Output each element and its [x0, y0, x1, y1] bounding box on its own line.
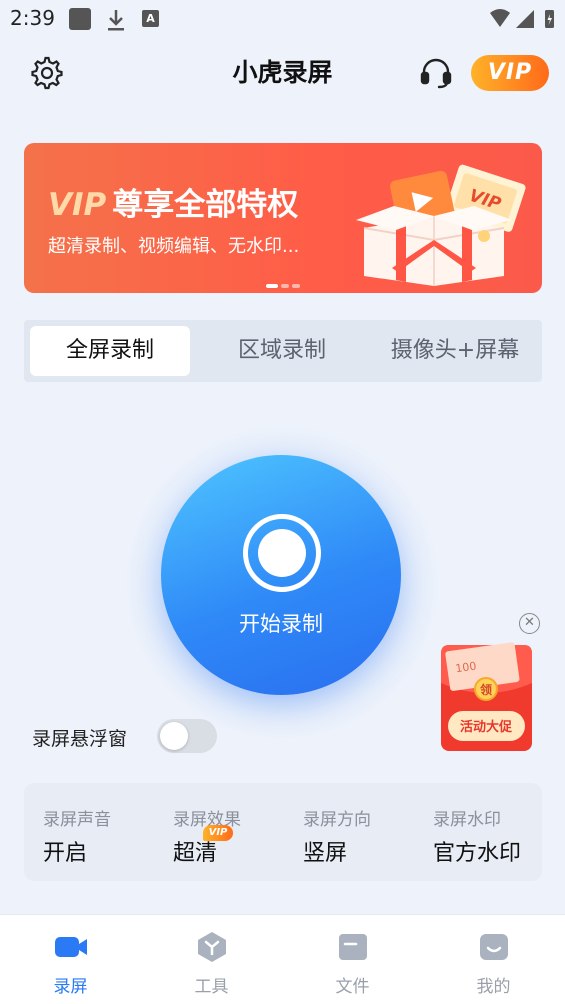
nav-files[interactable]: 文件 — [282, 915, 423, 1004]
wifi-signal-battery-icons — [490, 9, 554, 28]
promo-coin-text: 领 — [480, 682, 492, 697]
nav-label: 文件 — [335, 977, 370, 997]
banner-subtitle: 超清录制、视频编辑、无水印... — [48, 236, 300, 257]
nav-label: 工具 — [194, 977, 229, 997]
download-icon — [108, 10, 124, 31]
folder-icon — [339, 934, 367, 960]
setting-label: 录屏声音 — [43, 810, 111, 830]
profile-icon — [480, 934, 508, 960]
banner-title-text: 尊享全部特权 — [112, 187, 299, 223]
floating-window-label: 录屏悬浮窗 — [32, 728, 128, 750]
tab-fullscreen-record[interactable]: 全屏录制 — [30, 326, 190, 376]
status-bar: 2:39 A — [0, 0, 565, 38]
nav-profile[interactable]: 我的 — [423, 915, 564, 1004]
app-square-icon — [69, 8, 91, 30]
record-settings-card: 录屏声音 开启 录屏效果 VIP 超清 录屏方向 竖屏 录屏水印 官方水印 — [24, 783, 542, 881]
setting-orientation[interactable]: 录屏方向 竖屏 — [303, 783, 433, 881]
status-time: 2:39 — [10, 6, 55, 30]
nav-tools[interactable]: 工具 — [141, 915, 282, 1004]
promo-label: 活动大促 — [459, 720, 512, 735]
bottom-nav: 录屏 工具 文件 我的 — [0, 914, 565, 1004]
tab-camera-screen-record[interactable]: 摄像头+屏幕 — [370, 326, 540, 376]
red-envelope-promo[interactable]: 100 领 — [440, 641, 533, 753]
setting-value: 超清 — [173, 841, 218, 866]
banner-dot — [281, 284, 289, 288]
banner-dot — [292, 284, 300, 288]
toggle-knob — [160, 722, 188, 750]
setting-value: 开启 — [43, 841, 88, 866]
setting-audio[interactable]: 录屏声音 开启 — [43, 783, 173, 881]
nav-record[interactable]: 录屏 — [0, 915, 141, 1004]
setting-label: 录屏方向 — [303, 810, 371, 830]
nav-label: 我的 — [476, 977, 511, 997]
setting-watermark[interactable]: 录屏水印 官方水印 — [433, 783, 563, 881]
record-dot-icon — [258, 529, 306, 577]
gift-box-illustration: VIP — [356, 164, 526, 286]
record-mode-tabs: 全屏录制 区域录制 摄像头+屏幕 — [24, 320, 542, 382]
floating-window-toggle[interactable] — [157, 719, 217, 753]
banner-dot — [266, 284, 278, 288]
setting-value: 官方水印 — [433, 841, 522, 866]
headset-icon[interactable] — [419, 56, 453, 90]
banner-title: VIP 尊享全部特权 — [48, 179, 298, 224]
vip-button[interactable]: VIP — [471, 55, 549, 91]
setting-quality[interactable]: 录屏效果 VIP 超清 — [173, 783, 303, 881]
banner-pagination — [266, 284, 302, 288]
tab-region-record[interactable]: 区域录制 — [202, 326, 362, 376]
wifi-icon — [490, 9, 510, 27]
signal-icon — [516, 10, 534, 28]
start-record-label: 开始录制 — [239, 612, 323, 636]
setting-value: 竖屏 — [303, 841, 348, 866]
banner-title-vip: VIP — [48, 187, 107, 223]
a-icon: A — [142, 10, 159, 27]
vip-banner[interactable]: VIP 尊享全部特权 超清录制、视频编辑、无水印... VIP — [24, 143, 542, 293]
close-icon[interactable]: ✕ — [519, 613, 540, 634]
toolbox-icon — [198, 932, 226, 962]
setting-label: 录屏水印 — [433, 810, 501, 830]
nav-label: 录屏 — [53, 977, 88, 997]
video-camera-icon — [55, 937, 87, 957]
